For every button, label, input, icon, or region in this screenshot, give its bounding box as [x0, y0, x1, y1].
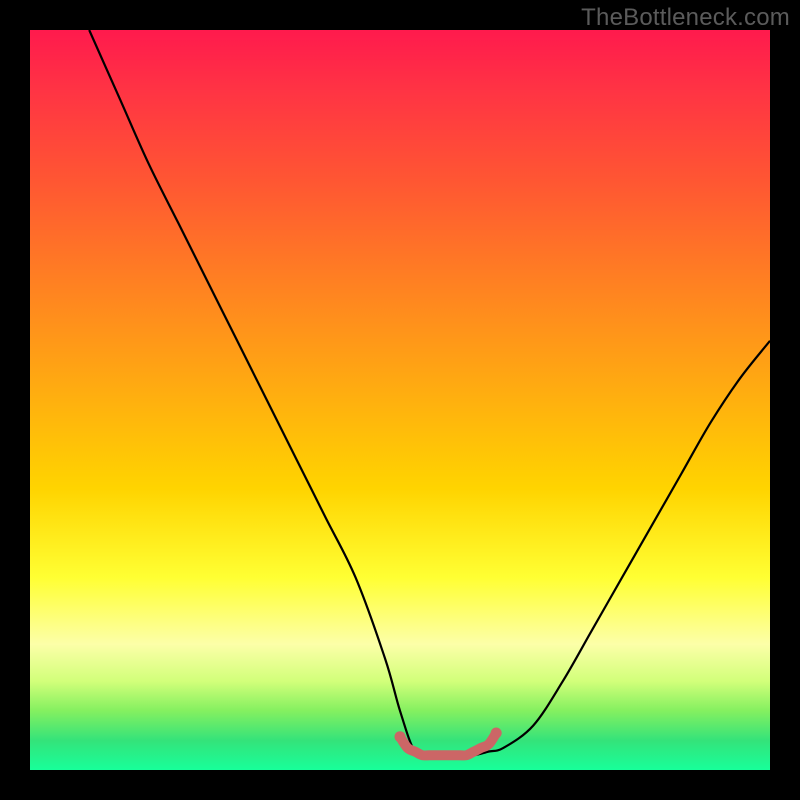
optimal-zone-marker [400, 733, 496, 755]
optimal-zone-end-dot-left [395, 731, 406, 742]
watermark-text: TheBottleneck.com [581, 4, 790, 32]
plot-area [30, 30, 770, 770]
bottleneck-curve [89, 30, 770, 756]
curve-svg [30, 30, 770, 770]
chart-frame: TheBottleneck.com [0, 0, 800, 800]
optimal-zone-end-dot-right [491, 728, 502, 739]
